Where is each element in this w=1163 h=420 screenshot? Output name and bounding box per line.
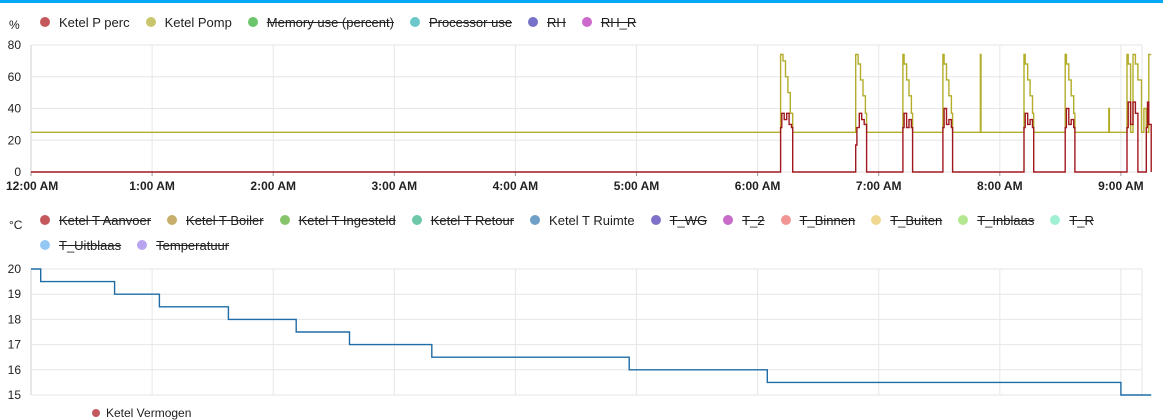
y-tick-label: 16 <box>8 363 22 377</box>
series-line-ketel-t-ruimte <box>31 268 1152 396</box>
legend-dot-icon <box>92 409 100 417</box>
y-tick-label: 17 <box>8 338 22 352</box>
next-chart-legend-partial: Ketel Vermogen <box>92 406 191 420</box>
y-tick-label: 18 <box>8 312 22 326</box>
y-tick-label: 20 <box>8 262 22 276</box>
y-tick-label: 15 <box>8 388 22 402</box>
temperature-chart: 15 16 17 18 19 20 <box>8 262 1152 402</box>
y-tick-label: 19 <box>8 287 22 301</box>
partial-legend-label: Ketel Vermogen <box>106 406 192 420</box>
